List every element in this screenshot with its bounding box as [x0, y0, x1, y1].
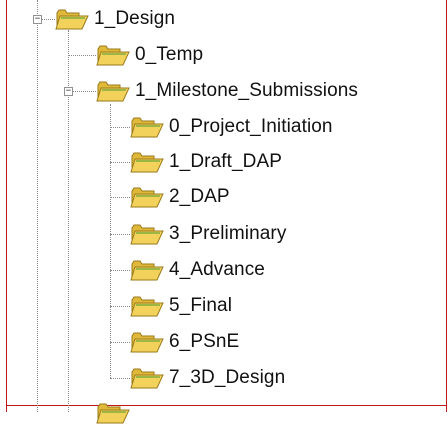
tree-line-m2 [110, 197, 130, 198]
tree-node-1-draft-dap[interactable]: 1_Draft_DAP [130, 147, 282, 177]
folder-tree[interactable]: − − 1_Design 0_Temp 1_Milestone_Submissi… [0, 0, 448, 412]
tree-node-label: 4_Advance [169, 259, 265, 280]
tree-node-label: 2_DAP [169, 186, 230, 207]
tree-node-6-psne[interactable]: 6_PSnE [130, 327, 239, 357]
tree-line-m4 [110, 270, 130, 271]
folder-icon [55, 7, 89, 31]
folder-icon [96, 401, 130, 425]
tree-line-m5 [110, 306, 130, 307]
folder-icon [130, 150, 164, 174]
tree-line-root-trunk [37, 0, 38, 412]
tree-node-2-dap[interactable]: 2_DAP [130, 182, 230, 212]
tree-line-m6 [110, 342, 130, 343]
tree-node-3-preliminary[interactable]: 3_Preliminary [130, 219, 286, 249]
tree-node-label: 0_Project_Initiation [169, 116, 333, 137]
tree-node-4-advance[interactable]: 4_Advance [130, 255, 265, 285]
tree-border-right [446, 0, 447, 412]
folder-icon [96, 79, 130, 103]
tree-line-temp-branch [68, 55, 96, 56]
tree-node-0-temp[interactable]: 0_Temp [96, 40, 203, 70]
tree-node-5-final[interactable]: 5_Final [130, 291, 232, 321]
tree-line-m0 [110, 127, 130, 128]
folder-icon [130, 258, 164, 282]
folder-icon [130, 185, 164, 209]
tree-node-label: 0_Temp [135, 44, 204, 65]
tree-node-label: 3_Preliminary [169, 223, 287, 244]
tree-border-left [6, 0, 7, 412]
collapse-icon[interactable]: − [33, 15, 42, 24]
tree-node-label: 5_Final [169, 295, 233, 316]
tree-node-0-project-initiation[interactable]: 0_Project_Initiation [130, 112, 333, 142]
tree-node-partial[interactable] [96, 398, 130, 428]
folder-icon [130, 366, 164, 390]
tree-line-m3 [110, 234, 130, 235]
tree-border-bottom [6, 405, 447, 406]
tree-line-m1 [110, 162, 130, 163]
tree-node-label: 6_PSnE [169, 331, 240, 352]
tree-node-label: 7_3D_Design [169, 367, 286, 388]
collapse-icon[interactable]: − [64, 87, 73, 96]
folder-icon [96, 43, 130, 67]
tree-node-label: 1_Draft_DAP [169, 151, 283, 172]
tree-line-milestones-trunk [110, 104, 111, 378]
tree-node-label: 1_Milestone_Submissions [135, 80, 359, 101]
folder-icon [130, 115, 164, 139]
tree-node-label: 1_Design [94, 8, 176, 29]
tree-node-7-3d-design[interactable]: 7_3D_Design [130, 363, 285, 393]
folder-icon [130, 222, 164, 246]
tree-node-1-milestone-submissions[interactable]: 1_Milestone_Submissions [96, 76, 358, 106]
tree-line-m7 [110, 378, 130, 379]
folder-icon [130, 294, 164, 318]
folder-icon [130, 330, 164, 354]
tree-node-1-design[interactable]: 1_Design [55, 4, 175, 34]
